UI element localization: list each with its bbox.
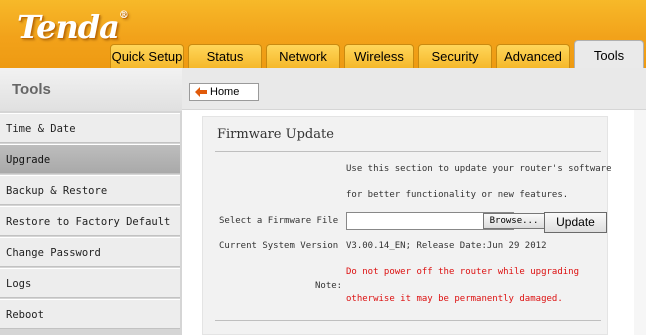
header-bar: Tenda® Quick Setup Status Network Wirele… — [0, 0, 646, 68]
current-version-label: Current System Version — [219, 241, 339, 251]
title-divider — [215, 151, 601, 152]
sidebar-title: Tools — [0, 68, 182, 111]
sidebar-item-upgrade[interactable]: Upgrade — [0, 144, 180, 174]
update-button[interactable]: Update — [544, 212, 607, 233]
home-label: Home — [210, 86, 240, 98]
tenda-logo: Tenda® — [17, 8, 129, 46]
sidebar-item-backup-restore[interactable]: Backup & Restore — [0, 175, 180, 205]
tab-wireless[interactable]: Wireless — [344, 44, 414, 68]
breadcrumb-bar: Home — [182, 68, 646, 110]
intro-text-line1: Use this section to update your router's… — [346, 164, 612, 174]
tab-advanced[interactable]: Advanced — [496, 44, 570, 68]
tab-quick-setup[interactable]: Quick Setup — [110, 44, 184, 68]
current-version-value: V3.00.14_EN; Release Date:Jun 29 2012 — [346, 241, 547, 251]
sidebar: Tools Time & Date Upgrade Backup & Resto… — [0, 68, 182, 335]
home-button[interactable]: Home — [189, 83, 259, 101]
page-title: Firmware Update — [217, 127, 334, 142]
tab-status[interactable]: Status — [188, 44, 262, 68]
main-content: Firmware Update Use this section to upda… — [182, 110, 646, 335]
tab-network[interactable]: Network — [266, 44, 340, 68]
sidebar-item-change-password[interactable]: Change Password — [0, 237, 180, 267]
select-file-label: Select a Firmware File — [219, 216, 339, 226]
sidebar-item-restore-factory-default[interactable]: Restore to Factory Default — [0, 206, 180, 236]
firmware-update-panel: Firmware Update Use this section to upda… — [202, 116, 612, 335]
browse-button[interactable]: Browse... — [483, 213, 545, 229]
intro-text-line2: for better functionality or new features… — [346, 190, 569, 200]
sidebar-item-logs[interactable]: Logs — [0, 268, 180, 298]
note-label: Note: — [315, 281, 343, 291]
home-arrow-icon — [195, 87, 207, 97]
tab-security[interactable]: Security — [418, 44, 492, 68]
tab-tools[interactable]: Tools — [574, 40, 644, 68]
bottom-divider — [215, 320, 601, 321]
note-warning-line2: otherwise it may be permanently damaged. — [346, 294, 563, 304]
logo-text: Tenda — [17, 8, 120, 46]
sidebar-item-time-date[interactable]: Time & Date — [0, 113, 180, 143]
main-nav-tabs: Quick Setup Status Network Wireless Secu… — [0, 40, 646, 68]
note-warning-line1: Do not power off the router while upgrad… — [346, 267, 579, 277]
scrollbar-track[interactable] — [634, 110, 646, 335]
sidebar-item-reboot[interactable]: Reboot — [0, 299, 180, 329]
registered-mark: ® — [118, 10, 129, 21]
